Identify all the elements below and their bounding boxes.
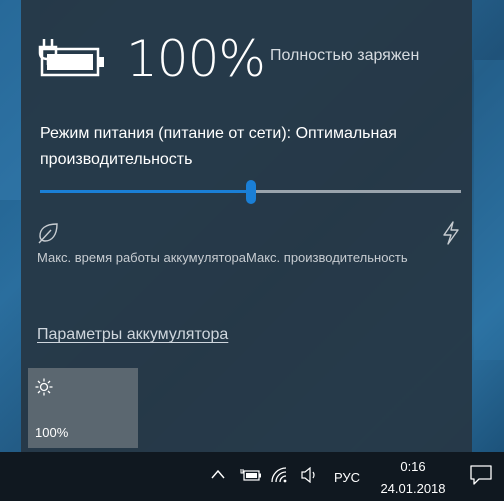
power-mode-slider[interactable]: [40, 180, 461, 204]
battery-icon[interactable]: [240, 468, 262, 482]
volume-icon[interactable]: [300, 467, 320, 483]
language-indicator[interactable]: РУС: [334, 470, 360, 485]
plug-battery-icon: [38, 39, 104, 77]
battery-settings-link[interactable]: Параметры аккумулятора: [37, 326, 228, 344]
label-max-battery: Макс. время работы аккумулятора: [37, 250, 247, 265]
notification-icon[interactable]: [470, 465, 492, 485]
chevron-up-icon[interactable]: [210, 468, 226, 480]
slider-thumb[interactable]: [245, 180, 256, 204]
brightness-tile[interactable]: 100%: [28, 368, 138, 448]
power-mode-text: Режим питания (питание от сети): Оптимал…: [40, 125, 397, 168]
battery-percent: 100%: [126, 30, 266, 88]
clock-time[interactable]: 0:16: [378, 459, 448, 474]
battery-status-row: 100% Полностью заряжен: [38, 30, 458, 88]
wifi-icon[interactable]: [270, 466, 290, 484]
battery-status-text: Полностью заряжен: [270, 47, 420, 64]
brightness-value: 100%: [35, 425, 69, 440]
label-max-performance: Макс. производительность: [246, 250, 408, 265]
bolt-icon: [443, 221, 459, 245]
desktop-background-right: [474, 60, 504, 360]
slider-labels: Макс. время работы аккумулятораМакс. про…: [37, 250, 465, 265]
clock-date[interactable]: 24.01.2018: [370, 481, 456, 496]
battery-flyout: 100% Полностью заряжен Режим питания (пи…: [21, 0, 472, 452]
leaf-icon: [38, 223, 58, 244]
slider-fill: [40, 190, 251, 193]
taskbar: РУС 0:16 24.01.2018: [0, 452, 504, 501]
sun-icon: [35, 378, 53, 396]
